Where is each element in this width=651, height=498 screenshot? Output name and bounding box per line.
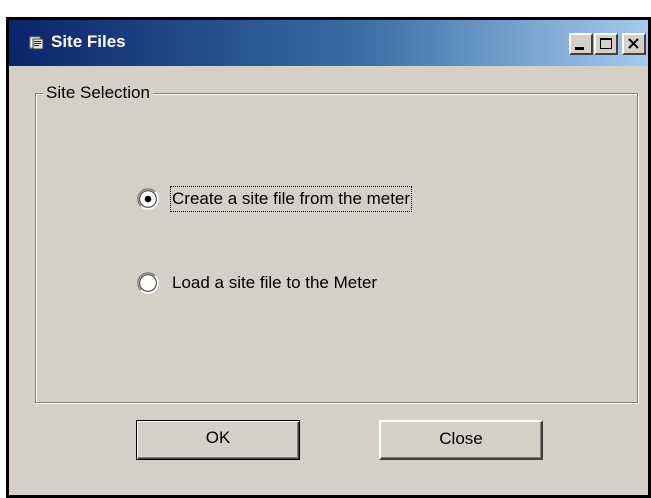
close-dialog-button[interactable]: Close (379, 420, 543, 460)
maximize-button[interactable] (594, 33, 618, 55)
radio-selected-icon[interactable] (137, 188, 159, 210)
site-selection-group (35, 93, 638, 403)
radio-unselected-icon[interactable] (137, 272, 159, 294)
site-selection-group-label: Site Selection (43, 82, 153, 104)
site-files-dialog: Site Files Site Selection Create a site … (6, 17, 651, 498)
load-site-file-label[interactable]: Load a site file to the Meter (171, 271, 378, 295)
close-button[interactable] (622, 33, 646, 55)
create-site-file-label[interactable]: Create a site file from the meter (169, 186, 413, 212)
minimize-icon (575, 47, 584, 50)
minimize-button[interactable] (569, 33, 593, 55)
app-icon (29, 36, 44, 50)
window-title: Site Files (51, 32, 126, 51)
close-icon (628, 38, 639, 49)
ok-button[interactable]: OK (136, 420, 300, 460)
title-bar[interactable]: Site Files (9, 20, 648, 66)
maximize-icon (600, 38, 612, 49)
